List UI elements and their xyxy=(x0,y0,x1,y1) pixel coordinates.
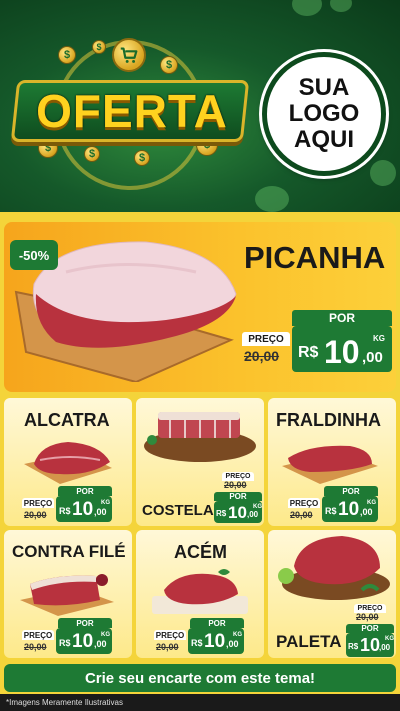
coin-icon: $ xyxy=(84,146,100,162)
coin-icon: $ xyxy=(92,40,106,54)
price-tag: PREÇO 20,00 POR R$ 10 ,00 KG xyxy=(214,472,262,523)
product-name: FRALDINHA xyxy=(276,410,381,430)
cart-icon xyxy=(112,38,146,72)
header-banner: $ $ $ $ $ $ $ OFERTA SUA LOGO AQUI xyxy=(0,0,400,212)
price-tag: POR PREÇO 20,00 R$ 10 ,00 KG xyxy=(288,486,378,522)
acem-image xyxy=(152,569,248,614)
coin-icon: $ xyxy=(160,56,178,74)
bokeh-light xyxy=(255,186,289,212)
bokeh-light xyxy=(370,160,396,186)
bokeh-light xyxy=(292,0,322,16)
price-tag: POR PREÇO 20,00 R$ 10 ,00 KG xyxy=(240,310,394,374)
disclaimer: *Imagens Meramente Ilustrativas xyxy=(0,694,400,711)
fraldinha-image xyxy=(282,445,378,484)
old-price: 20,00 xyxy=(244,348,280,364)
bokeh-light xyxy=(330,0,352,12)
preco-label: PREÇO xyxy=(242,332,290,346)
price-tag: PREÇO 20,00 POR R$ 10 ,00 KG xyxy=(346,604,394,657)
product-name: ACÉM xyxy=(174,542,227,562)
alcatra-image xyxy=(24,442,112,484)
logo-placeholder: SUA LOGO AQUI xyxy=(262,52,386,176)
product-name: PICANHA xyxy=(244,240,386,275)
product-name: CONTRA FILÉ xyxy=(12,542,126,561)
oferta-title: OFERTA xyxy=(36,85,228,137)
price-tag: POR PREÇO 20,00 R$ 10 ,00 KG xyxy=(154,618,244,654)
logo-line: AQUI xyxy=(294,126,354,153)
costela-image xyxy=(144,412,256,462)
price-tag: POR PREÇO 20,00 R$ 10 ,00 KG xyxy=(22,618,112,654)
logo-line: SUA xyxy=(298,74,350,101)
coin-icon: $ xyxy=(58,46,76,64)
new-price-box: R$ 10 ,00 KG xyxy=(292,326,392,372)
logo-line: LOGO xyxy=(288,100,360,127)
coin-icon: $ xyxy=(134,150,150,166)
product-name: COSTELA xyxy=(142,502,214,519)
product-name: PALETA xyxy=(276,632,342,651)
discount-badge: -50% xyxy=(10,240,58,270)
cta-banner[interactable]: Crie seu encarte com este tema! xyxy=(4,664,396,692)
paleta-image xyxy=(278,536,390,600)
por-label: POR xyxy=(292,310,392,326)
price-tag: POR PREÇO 20,00 R$ 10 ,00 KG xyxy=(22,486,112,522)
product-name: ALCATRA xyxy=(24,410,110,430)
contra-file-image xyxy=(20,574,114,616)
